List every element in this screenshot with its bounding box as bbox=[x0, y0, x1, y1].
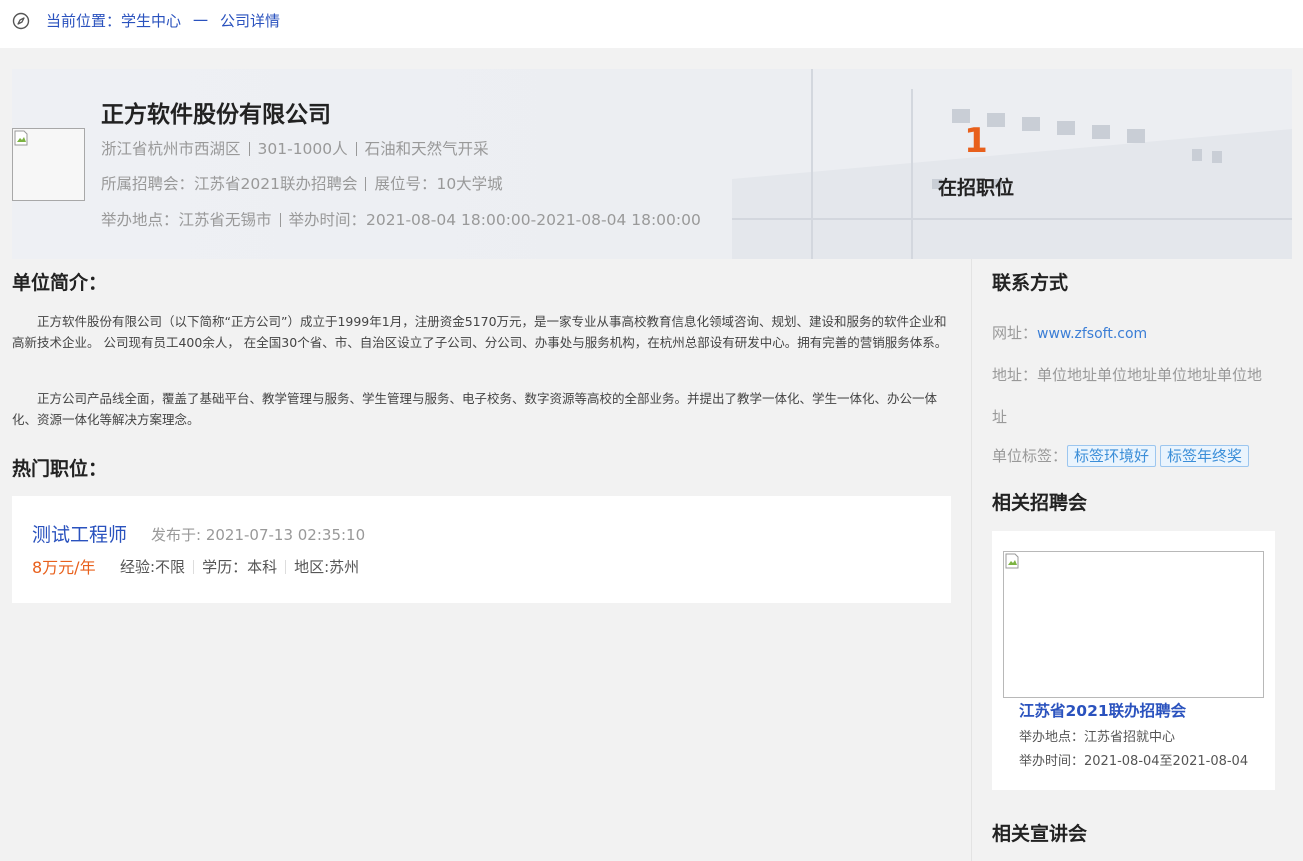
company-header: 正方软件股份有限公司 浙江省杭州市西湖区 301-1000人 石油和天然气开采 所属… bbox=[12, 69, 1292, 259]
contact-address-cont: 址 bbox=[992, 406, 1007, 427]
company-fair-info: 所属招聘会：江苏省2021联办招聘会 展位号：10大学城 bbox=[101, 174, 503, 194]
broken-image-icon bbox=[14, 130, 28, 146]
intro-paragraph: 正方公司产品线全面，覆盖了基础平台、教学管理与服务、学生管理与服务、电子校务、数… bbox=[12, 391, 938, 427]
address-value: 单位地址单位地址单位地址单位地 bbox=[1037, 366, 1263, 384]
contact-website: 网址：www.zfsoft.com bbox=[992, 322, 1147, 343]
contact-address: 地址：单位地址单位地址单位地址单位地 bbox=[992, 364, 1262, 385]
job-publish-date: 发布于: 2021-07-13 02:35:10 bbox=[151, 526, 366, 544]
company-booth: 展位号：10大学城 bbox=[374, 175, 503, 193]
contact-title: 联系方式 bbox=[992, 272, 1069, 294]
compass-icon bbox=[12, 12, 30, 30]
contact-tags: 单位标签： 标签环境好 标签年终奖 bbox=[992, 445, 1253, 467]
company-basic-info: 浙江省杭州市西湖区 301-1000人 石油和天然气开采 bbox=[101, 139, 489, 159]
divider bbox=[193, 560, 195, 574]
breadcrumb-bar: 当前位置：学生中心一公司详情 bbox=[0, 0, 1303, 48]
job-salary: 8万元/年 bbox=[32, 558, 96, 577]
related-fair-card[interactable]: 江苏省2021联办招聘会 举办地点：江苏省招就中心 举办时间：2021-08-0… bbox=[992, 531, 1275, 790]
divider bbox=[285, 560, 287, 574]
broken-image-icon bbox=[1005, 553, 1019, 569]
fair-venue: 举办地点：江苏省招就中心 bbox=[1019, 730, 1176, 745]
company-size: 301-1000人 bbox=[257, 140, 348, 158]
tags-label: 单位标签： bbox=[992, 447, 1068, 465]
company-tag: 标签年终奖 bbox=[1160, 445, 1250, 467]
divider bbox=[248, 142, 250, 156]
job-region: 地区:苏州 bbox=[294, 558, 360, 576]
company-time: 举办时间：2021-08-04 18:00:00-2021-08-04 18:0… bbox=[288, 211, 701, 229]
company-venue: 举办地点：江苏省无锡市 bbox=[101, 211, 272, 229]
company-name: 正方软件股份有限公司 bbox=[101, 102, 331, 128]
company-location: 浙江省杭州市西湖区 bbox=[101, 140, 241, 158]
job-card[interactable]: 测试工程师 发布于: 2021-07-13 02:35:10 8万元/年 经验:… bbox=[12, 496, 951, 603]
company-logo bbox=[12, 128, 85, 201]
job-education: 学历：本科 bbox=[202, 558, 278, 576]
related-fairs-title: 相关招聘会 bbox=[992, 492, 1088, 514]
company-tag: 标签环境好 bbox=[1067, 445, 1157, 467]
website-link[interactable]: www.zfsoft.com bbox=[1037, 326, 1147, 342]
hot-jobs-title: 热门职位： bbox=[12, 458, 108, 480]
breadcrumb-home-link[interactable]: 学生中心 bbox=[121, 11, 181, 31]
website-label: 网址： bbox=[992, 324, 1038, 342]
job-requirements: 经验:不限 学历：本科 地区:苏州 bbox=[120, 556, 359, 577]
job-experience: 经验:不限 bbox=[120, 558, 186, 576]
job-title-link[interactable]: 测试工程师 bbox=[32, 520, 127, 547]
fair-image[interactable] bbox=[1003, 551, 1264, 698]
divider bbox=[365, 177, 367, 191]
intro-paragraph: 正方软件股份有限公司（以下简称“正方公司”）成立于1999年1月，注册资金517… bbox=[12, 314, 948, 350]
company-industry: 石油和天然气开采 bbox=[364, 140, 489, 158]
fair-name-link[interactable]: 江苏省2021联办招聘会 bbox=[1019, 699, 1186, 721]
intro-title: 单位简介： bbox=[12, 272, 108, 294]
breadcrumb: 当前位置：学生中心一公司详情 bbox=[46, 11, 280, 31]
address-label: 地址： bbox=[992, 366, 1038, 384]
divider bbox=[355, 142, 357, 156]
company-venue-info: 举办地点：江苏省无锡市 举办时间：2021-08-04 18:00:00-2021… bbox=[101, 210, 701, 230]
fair-time: 举办时间：2021-08-04至2021-08-04 bbox=[1019, 754, 1249, 769]
related-talks-title: 相关宣讲会 bbox=[992, 823, 1088, 845]
column-divider bbox=[971, 259, 972, 861]
address-value-cont: 址 bbox=[992, 408, 1008, 426]
divider bbox=[279, 213, 281, 227]
breadcrumb-separator: 一 bbox=[193, 12, 209, 30]
company-fair: 所属招聘会：江苏省2021联办招聘会 bbox=[101, 175, 358, 193]
open-positions-label: 在招职位 bbox=[937, 177, 1014, 199]
open-positions-count[interactable]: 1 bbox=[916, 121, 1036, 161]
breadcrumb-prefix: 当前位置： bbox=[46, 12, 122, 30]
office-background-image bbox=[732, 69, 1292, 259]
breadcrumb-current: 公司详情 bbox=[220, 12, 281, 30]
